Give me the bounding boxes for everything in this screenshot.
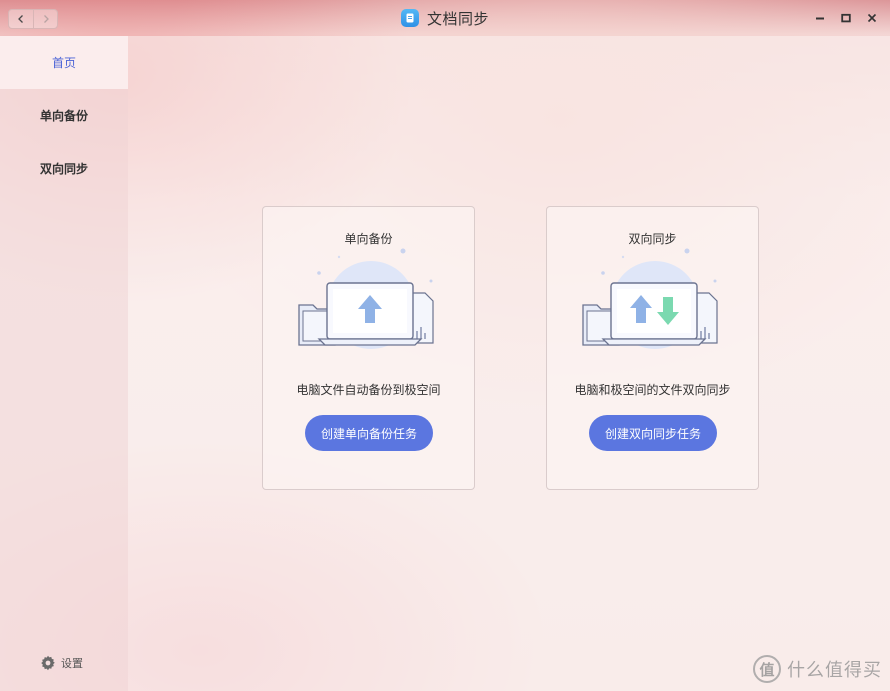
- window-title: 文档同步: [426, 9, 489, 28]
- watermark: 值 什么值得买: [753, 655, 882, 683]
- minimize-button[interactable]: [812, 9, 828, 27]
- forward-button[interactable]: [33, 10, 57, 28]
- sidebar-item-label: 双向同步: [39, 162, 88, 176]
- card-description: 电脑文件自动备份到极空间: [296, 383, 441, 397]
- two-way-sync-laptop-illustration: [582, 248, 718, 349]
- sidebar: 首页 单向备份 双向同步 设置: [0, 36, 128, 691]
- watermark-text: 什么值得买: [787, 660, 882, 681]
- title-bar: 文档同步: [0, 0, 890, 36]
- back-button[interactable]: [9, 10, 33, 28]
- create-two-way-sync-button[interactable]: 创建双向同步任务: [589, 415, 717, 451]
- close-button[interactable]: [864, 9, 880, 27]
- chevron-right-icon: [43, 15, 49, 23]
- upload-laptop-illustration: [298, 248, 434, 349]
- sidebar-item-one-way-backup[interactable]: 单向备份: [0, 89, 128, 142]
- one-way-backup-card: 单向备份 电脑文件自动备份到极空间 创建单向备份任务: [262, 206, 475, 490]
- two-way-sync-card: 双向同步 电脑和极空间的文件双向同步 创建双向同步任务: [546, 206, 759, 490]
- sidebar-item-label: 首页: [51, 56, 76, 70]
- settings-label: 设置: [61, 657, 83, 670]
- card-description: 电脑和极空间的文件双向同步: [574, 383, 731, 397]
- maximize-button[interactable]: [838, 9, 854, 27]
- close-icon: [867, 13, 877, 23]
- window-title-group: 文档同步: [400, 8, 489, 29]
- sidebar-item-two-way-sync[interactable]: 双向同步: [0, 142, 128, 195]
- main-content: 单向备份 电脑文件自动备份到极空间 创建单向备份任务 双向同步 电脑和极空间的文…: [128, 36, 890, 691]
- document-sync-icon: [400, 9, 419, 27]
- sidebar-item-home[interactable]: 首页: [0, 36, 128, 89]
- watermark-logo-char: 值: [759, 660, 775, 679]
- gear-icon: [41, 655, 55, 671]
- sidebar-item-label: 单向备份: [39, 109, 88, 123]
- create-one-way-backup-button[interactable]: 创建单向备份任务: [305, 415, 433, 451]
- minimize-icon: [816, 17, 824, 20]
- settings-button[interactable]: 设置: [40, 655, 83, 671]
- watermark-logo: 值: [753, 655, 781, 683]
- maximize-icon: [841, 13, 851, 23]
- nav-buttons: [8, 9, 58, 29]
- window-controls: [812, 9, 880, 27]
- chevron-left-icon: [18, 15, 23, 23]
